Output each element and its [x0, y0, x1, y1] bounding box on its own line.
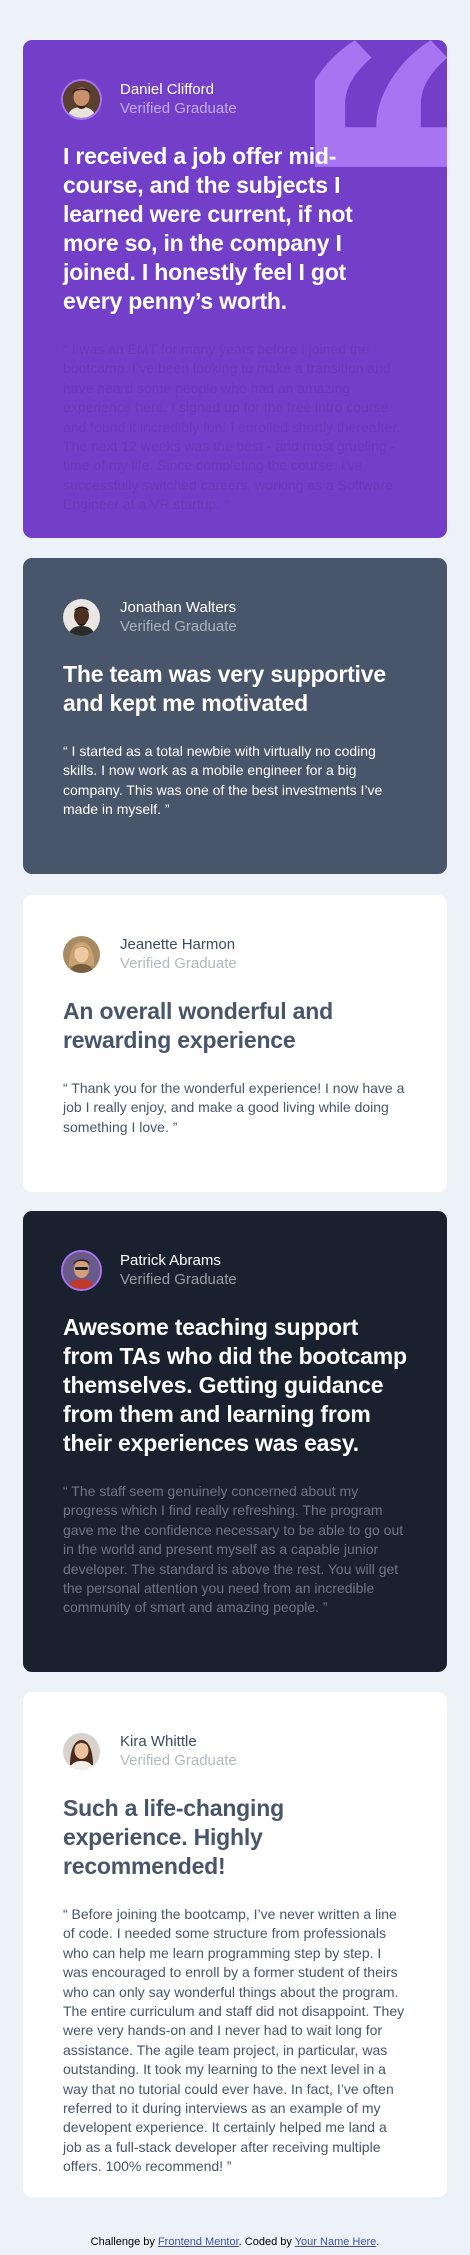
- testimonial-card-jeanette: Jeanette Harmon Verified Graduate An ove…: [23, 895, 447, 1192]
- testimonial-card-jonathan: Jonathan Walters Verified Graduate The t…: [23, 558, 447, 874]
- attribution-middle: . Coded by: [238, 2236, 295, 2248]
- avatar: [63, 1251, 100, 1289]
- author-status: Verified Graduate: [120, 955, 237, 972]
- testimonial-headline: Such a life-changing experience. Highly …: [63, 1795, 284, 1879]
- testimonial-headline: I received a job offer mid-course, and t…: [63, 143, 353, 314]
- author-status: Verified Graduate: [120, 100, 237, 117]
- frontend-mentor-link[interactable]: Frontend Mentor: [158, 2236, 239, 2248]
- avatar: [63, 598, 100, 636]
- author: Jeanette Harmon Verified Graduate: [63, 935, 407, 973]
- testimonial-card-kira: Kira Whittle Verified Graduate Such a li…: [23, 1692, 447, 2197]
- author: Daniel Clifford Verified Graduate: [63, 80, 407, 118]
- author-status: Verified Graduate: [120, 1752, 237, 1769]
- attribution-suffix: .: [376, 2236, 380, 2248]
- testimonial-quote: “ Thank you for the wonderful experience…: [63, 1080, 405, 1135]
- testimonial-quote: “ I was an EMT for many years before I j…: [63, 341, 400, 513]
- author: Patrick Abrams Verified Graduate: [63, 1251, 407, 1289]
- attribution-prefix: Challenge by: [90, 2236, 158, 2248]
- testimonial-headline: Awesome teaching support from TAs who di…: [63, 1314, 407, 1456]
- author-name: Daniel Clifford: [120, 81, 214, 98]
- author: Jonathan Walters Verified Graduate: [63, 598, 407, 636]
- author: Kira Whittle Verified Graduate: [63, 1732, 407, 1770]
- testimonial-card-daniel: Daniel Clifford Verified Graduate I rece…: [23, 40, 447, 538]
- author-status: Verified Graduate: [120, 618, 237, 635]
- testimonial-quote: “ I started as a total newbie with virtu…: [63, 743, 383, 818]
- attribution: Challenge by Frontend Mentor. Coded by Y…: [0, 2236, 470, 2248]
- testimonial-headline: An overall wonderful and rewarding exper…: [63, 998, 333, 1053]
- avatar: [63, 1732, 100, 1770]
- testimonial-quote: “ The staff seem genuinely concerned abo…: [63, 1483, 404, 1616]
- author-name: Jeanette Harmon: [120, 936, 236, 953]
- author-name: Jonathan Walters: [120, 599, 237, 616]
- avatar: [63, 80, 100, 118]
- author-link[interactable]: Your Name Here: [295, 2236, 377, 2248]
- author-name: Kira Whittle: [120, 1733, 197, 1750]
- testimonial-card-patrick: Patrick Abrams Verified Graduate Awesome…: [23, 1211, 447, 1672]
- author-name: Patrick Abrams: [120, 1252, 221, 1269]
- testimonial-quote: “ Before joining the bootcamp, I’ve neve…: [63, 1906, 405, 2175]
- author-status: Verified Graduate: [120, 1271, 237, 1288]
- testimonial-headline: The team was very supportive and kept me…: [63, 661, 386, 716]
- avatar: [63, 935, 100, 973]
